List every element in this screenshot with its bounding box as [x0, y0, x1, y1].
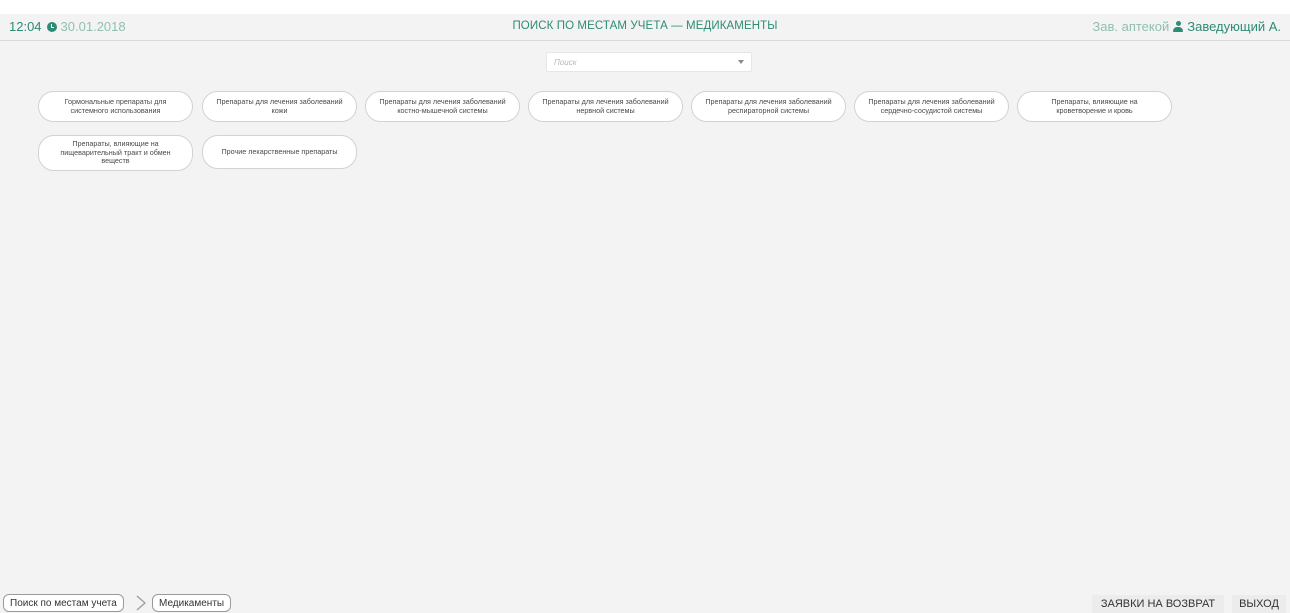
header-bar: 12:04 30.01.2018 Поиск по местам учета —… — [0, 14, 1290, 41]
user-name[interactable]: Заведующий А. — [1187, 19, 1281, 34]
user-role: Зав. аптекой — [1092, 19, 1170, 34]
category-item[interactable]: Препараты, влияющие на пищеварительный т… — [38, 135, 193, 171]
datetime: 12:04 30.01.2018 — [9, 19, 126, 34]
user-icon — [1173, 21, 1184, 32]
breadcrumb-item-search[interactable]: Поиск по местам учета — [3, 594, 124, 612]
breadcrumb-label: Медикаменты — [159, 597, 225, 609]
category-item[interactable]: Препараты, влияющие на кроветворение и к… — [1017, 91, 1172, 122]
search-select[interactable] — [546, 52, 752, 72]
category-label: Препараты для лечения заболеваний кожи — [216, 97, 343, 115]
chevron-right-icon — [136, 595, 146, 611]
breadcrumb-label: Поиск по местам учета — [10, 597, 117, 609]
breadcrumb-item-medications[interactable]: Медикаменты — [152, 594, 232, 612]
chevron-down-icon[interactable] — [738, 60, 744, 64]
category-item[interactable]: Препараты для лечения заболеваний респир… — [691, 91, 846, 122]
exit-button[interactable]: ВЫХОД — [1232, 595, 1286, 613]
category-item[interactable]: Препараты для лечения заболеваний сердеч… — [854, 91, 1009, 122]
date-label: 30.01.2018 — [60, 19, 126, 34]
search-input[interactable] — [547, 53, 734, 71]
time-label: 12:04 — [9, 19, 42, 34]
returns-button-label: ЗАЯВКИ НА ВОЗВРАТ — [1100, 598, 1216, 610]
category-label: Препараты для лечения заболеваний костно… — [379, 97, 506, 115]
category-label: Препараты для лечения заболеваний респир… — [705, 97, 832, 115]
returns-button[interactable]: ЗАЯВКИ НА ВОЗВРАТ — [1092, 595, 1224, 613]
category-label: Препараты для лечения заболеваний нервно… — [542, 97, 669, 115]
category-label: Прочие лекарственные препараты — [221, 146, 338, 156]
bottom-bar: Поиск по местам учета Медикаменты ЗАЯВКИ… — [0, 592, 1290, 613]
category-item[interactable]: Препараты для лечения заболеваний нервно… — [528, 91, 683, 122]
category-label: Препараты, влияющие на пищеварительный т… — [60, 139, 171, 166]
clock-icon — [46, 21, 57, 32]
category-item[interactable]: Гормональные препараты для системного ис… — [38, 91, 193, 122]
category-item[interactable]: Прочие лекарственные препараты — [202, 135, 357, 169]
category-label: Препараты для лечения заболеваний сердеч… — [868, 97, 995, 115]
exit-button-label: ВЫХОД — [1239, 598, 1279, 610]
user-info[interactable]: Зав. аптекой Заведующий А. — [1092, 19, 1281, 34]
category-item[interactable]: Препараты для лечения заболеваний костно… — [365, 91, 520, 122]
category-item[interactable]: Препараты для лечения заболеваний кожи — [202, 91, 357, 122]
top-strip — [0, 0, 1290, 14]
page-title-text: Поиск по местам учета — Медикаменты — [512, 20, 778, 32]
category-label: Гормональные препараты для системного ис… — [64, 97, 167, 115]
app-page: 12:04 30.01.2018 Поиск по местам учета —… — [0, 0, 1290, 613]
category-label: Препараты, влияющие на кроветворение и к… — [1051, 97, 1138, 115]
